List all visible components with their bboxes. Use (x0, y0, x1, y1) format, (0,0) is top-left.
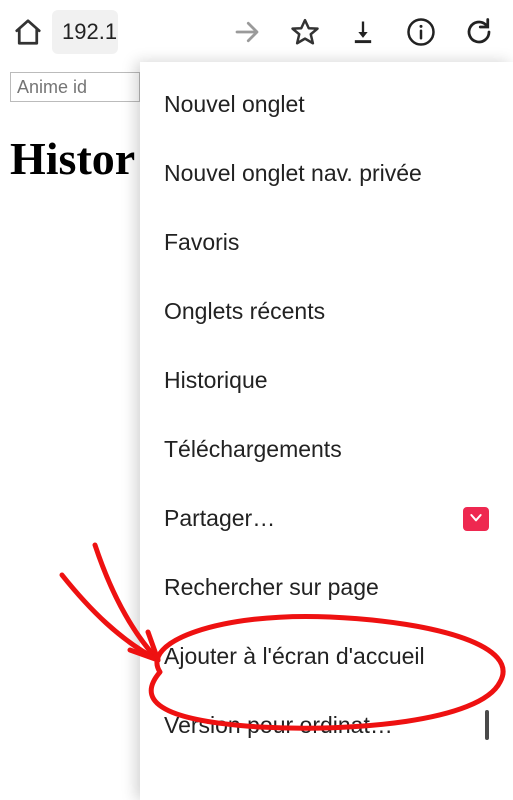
menu-item-label: Favoris (164, 229, 239, 256)
reload-icon (464, 17, 494, 47)
menu-item-share[interactable]: Partager… (140, 484, 513, 553)
info-button[interactable] (393, 4, 449, 60)
browser-toolbar: 192.1 (0, 0, 513, 64)
menu-item-label: Version pour ordinat… (164, 712, 393, 739)
menu-item-label: Nouvel onglet (164, 91, 305, 118)
menu-item-recent-tabs[interactable]: Onglets récents (140, 277, 513, 346)
menu-item-new-tab[interactable]: Nouvel onglet (140, 70, 513, 139)
info-icon (406, 17, 436, 47)
star-icon (290, 17, 320, 47)
download-icon (349, 18, 377, 46)
url-text: 192.1 (62, 19, 117, 45)
menu-item-label: Nouvel onglet nav. privée (164, 160, 422, 187)
menu-item-label: Onglets récents (164, 298, 325, 325)
menu-item-label: Rechercher sur page (164, 574, 379, 601)
menu-item-history[interactable]: Historique (140, 346, 513, 415)
forward-arrow-icon (232, 17, 262, 47)
menu-item-label: Téléchargements (164, 436, 342, 463)
desktop-site-checkbox[interactable] (485, 710, 489, 740)
menu-item-bookmarks[interactable]: Favoris (140, 208, 513, 277)
reload-button[interactable] (451, 4, 507, 60)
home-icon (13, 17, 43, 47)
home-button[interactable] (6, 10, 50, 54)
overflow-menu: Nouvel onglet Nouvel onglet nav. privée … (140, 62, 513, 800)
menu-item-label: Historique (164, 367, 268, 394)
menu-item-label: Ajouter à l'écran d'accueil (164, 643, 425, 670)
menu-item-find-in-page[interactable]: Rechercher sur page (140, 553, 513, 622)
menu-item-label: Partager… (164, 505, 275, 532)
menu-item-new-private-tab[interactable]: Nouvel onglet nav. privée (140, 139, 513, 208)
menu-item-desktop-site[interactable]: Version pour ordinat… (140, 691, 513, 760)
bookmark-star-button[interactable] (277, 4, 333, 60)
pocket-icon[interactable] (463, 507, 489, 531)
anime-id-field[interactable] (10, 72, 140, 102)
forward-button[interactable] (219, 4, 275, 60)
menu-item-downloads[interactable]: Téléchargements (140, 415, 513, 484)
url-bar[interactable]: 192.1 (52, 10, 118, 54)
menu-item-add-to-homescreen[interactable]: Ajouter à l'écran d'accueil (140, 622, 513, 691)
download-button[interactable] (335, 4, 391, 60)
